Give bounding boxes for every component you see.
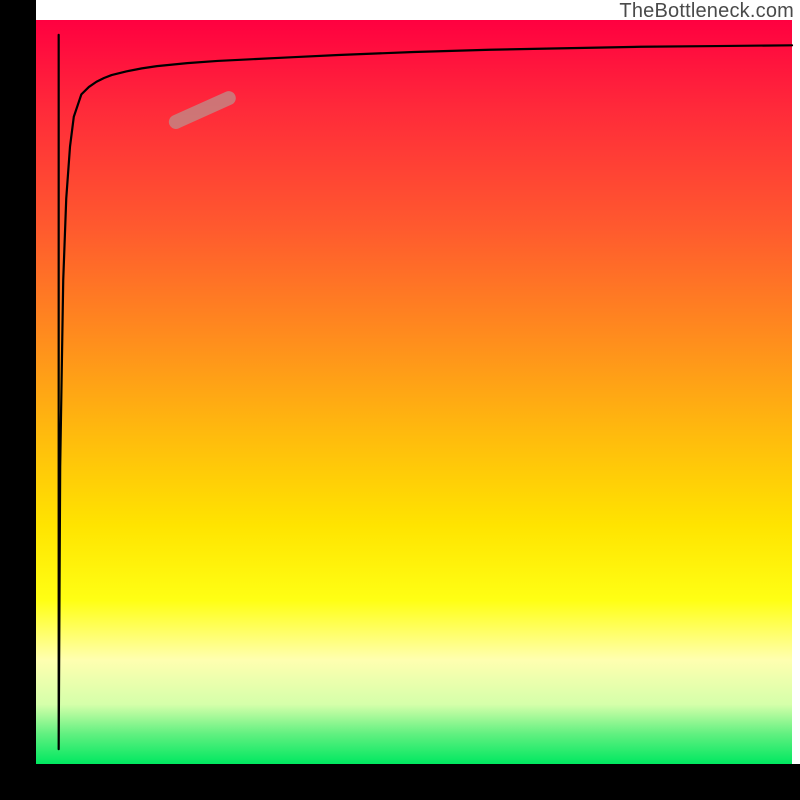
chart-stage: TheBottleneck.com	[0, 0, 800, 800]
plot-area	[36, 20, 792, 764]
curve-highlight-segment	[176, 98, 229, 122]
bottleneck-curve	[59, 35, 792, 749]
plot-svg	[36, 20, 792, 764]
x-axis-bar	[0, 764, 800, 800]
y-axis-bar	[0, 0, 36, 800]
